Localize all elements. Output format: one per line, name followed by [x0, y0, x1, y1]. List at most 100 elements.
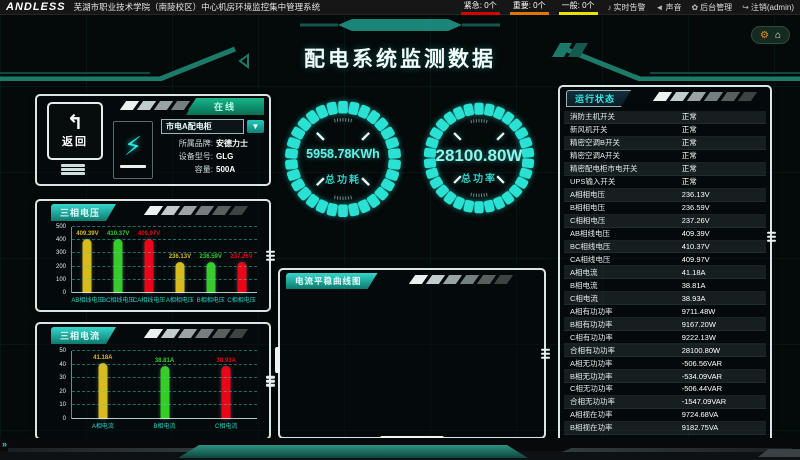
- status-row: B相无功功率-534.09VAR: [564, 370, 766, 383]
- panel-decoration-slashes: [412, 275, 510, 284]
- bar-value-label: 409.97V: [138, 231, 160, 237]
- current-chart-panel: 三相电流 01020304050 41.18AA相电流38.81AB相电流38.…: [35, 322, 271, 440]
- bar-slot: 237.26VC相相电压: [226, 227, 257, 293]
- bar-slot: 409.97VCA相线电压: [134, 227, 165, 293]
- gauge-value: 5958.78KWh: [281, 147, 405, 161]
- status-row-label: B相无功功率: [570, 371, 682, 382]
- status-row-label: C相无功功率: [570, 383, 682, 394]
- status-panel-tab: 运行状态: [566, 90, 631, 107]
- menu-admin[interactable]: ✿后台管理: [691, 2, 732, 13]
- field-model: 设备型号: GLG: [161, 150, 264, 163]
- bar-value-label: 409.39V: [76, 231, 98, 237]
- alarm-label: 紧急:: [464, 1, 482, 10]
- status-badge: 在线: [186, 98, 264, 115]
- status-row-value: 38.93A: [682, 294, 766, 303]
- status-row-value: 409.97V: [682, 255, 766, 264]
- home-icon[interactable]: ⌂: [775, 30, 781, 41]
- panel-grip-decoration: [266, 376, 275, 387]
- y-axis: 01020304050: [45, 351, 69, 419]
- bar-slot: 236.13VA相相电压: [164, 227, 195, 293]
- y-tick-label: 0: [63, 416, 66, 422]
- connector-decoration: [61, 164, 85, 175]
- footer-teal-bar: [178, 445, 528, 458]
- status-row: A相视在功率9724.68VA: [564, 409, 766, 422]
- status-row-label: B相有功功率: [570, 319, 682, 330]
- bell-icon: ♪: [608, 3, 612, 12]
- status-row-value: 9711.48W: [682, 307, 766, 316]
- topbar-right: 紧急: 0个 重要: 0个 一般: 0个 ♪实时告警 ◄声音 ✿后台管理 ↪注销…: [461, 0, 794, 15]
- back-button-label: 返回: [62, 133, 88, 149]
- bar-value-label: 410.37V: [107, 231, 129, 237]
- field-brand: 所属品牌: 安德力士: [161, 137, 264, 150]
- plot-area: 41.18AA相电流38.81AB相电流38.93AC相电流: [71, 351, 257, 419]
- curve-panel-tab: 电流平稳曲线图: [286, 273, 378, 289]
- status-row-label: B相电流: [570, 280, 682, 291]
- status-row: 精密配电柜市电开关正常: [564, 163, 766, 176]
- speaker-icon: ◄: [656, 3, 664, 12]
- settings-gear-icon[interactable]: ⚙: [760, 30, 769, 41]
- menu-logout[interactable]: ↪注销(admin): [742, 2, 794, 13]
- alarm-badge-critical[interactable]: 紧急: 0个: [461, 0, 500, 15]
- footer-bar-left: [8, 448, 218, 452]
- x-category-label: A相相电压: [166, 295, 194, 304]
- status-row-value: -506.56VAR: [682, 359, 766, 368]
- y-axis: 0100200300400500: [45, 227, 69, 293]
- bar-slot: 409.39VAB相线电压: [72, 227, 103, 293]
- status-row-value: 正常: [682, 124, 766, 135]
- menu-realtime-alarm[interactable]: ♪实时告警: [608, 2, 646, 13]
- menu-sound[interactable]: ◄声音: [656, 2, 682, 13]
- status-row-label: A相电流: [570, 267, 682, 278]
- status-row-label: AB相线电压: [570, 228, 682, 239]
- status-row-value: -1547.09VAR: [682, 397, 766, 406]
- x-category-label: B相相电压: [197, 295, 225, 304]
- cabinet-selector: 市电A配电柜 ▼: [161, 119, 264, 134]
- y-tick-label: 300: [56, 250, 66, 256]
- status-row-value: 236.59V: [682, 203, 766, 212]
- menu-label: 声音: [665, 2, 681, 13]
- status-row-value: -506.44VAR: [682, 384, 766, 393]
- alarm-badge-general[interactable]: 一般: 0个: [559, 0, 598, 15]
- status-row-label: UPS输入开关: [570, 176, 682, 187]
- y-tick-label: 20: [59, 389, 66, 395]
- alarm-label: 重要:: [513, 1, 531, 10]
- back-button[interactable]: ↰ 返回: [47, 102, 103, 160]
- x-category-label: BC相线电压: [102, 295, 134, 304]
- status-row: B相视在功率9182.75VA: [564, 422, 766, 435]
- voltage-panel-tab: 三相电压: [51, 204, 116, 221]
- bar-slot: 236.59VB相相电压: [195, 227, 226, 293]
- status-row: UPS输入开关正常: [564, 176, 766, 189]
- status-row-label: C相有功功率: [570, 332, 682, 343]
- status-row-label: CA相线电压: [570, 254, 682, 265]
- panel-grip-decoration: [541, 348, 550, 359]
- mini-toolbar: ⚙ ⌂: [751, 26, 790, 44]
- field-value: GLG: [216, 150, 233, 163]
- status-row-label: A相相电压: [570, 189, 682, 200]
- bar-slot: 38.81AB相电流: [134, 351, 196, 419]
- alarm-badge-important[interactable]: 重要: 0个: [510, 0, 549, 15]
- status-row-value: 38.81A: [682, 281, 766, 290]
- status-row-label: 消防主机开关: [570, 111, 682, 122]
- status-row: A相无功功率-506.56VAR: [564, 357, 766, 370]
- footer-chevrons: »: [2, 439, 7, 449]
- status-row-label: A相视在功率: [570, 409, 682, 420]
- status-row-value: 正常: [682, 137, 766, 148]
- status-row-label: C相相电压: [570, 215, 682, 226]
- cabinet-select-input[interactable]: 市电A配电柜: [161, 119, 244, 134]
- status-row-value: 237.26V: [682, 216, 766, 225]
- gauge-label: 总功率: [420, 170, 538, 185]
- status-row-label: A相无功功率: [570, 358, 682, 369]
- status-row-value: 410.37V: [682, 242, 766, 251]
- plot-area: 409.39VAB相线电压410.37VBC相线电压409.97VCA相线电压2…: [71, 227, 257, 293]
- y-tick-label: 30: [59, 375, 66, 381]
- total-power-gauge: 28100.80W 总功率: [420, 99, 538, 217]
- status-row-value: 正常: [682, 150, 766, 161]
- status-row-label: 精密配电柜市电开关: [570, 163, 682, 174]
- alarm-count: 0个: [533, 1, 545, 10]
- chevron-down-icon[interactable]: ▼: [247, 120, 264, 133]
- status-row-label: A相有功功率: [570, 306, 682, 317]
- bar: [222, 366, 231, 419]
- status-row: A相有功功率9711.48W: [564, 305, 766, 318]
- x-category-label: AB相线电压: [71, 295, 103, 304]
- status-row-label: B相视在功率: [570, 422, 682, 433]
- field-label: 容量:: [161, 163, 213, 176]
